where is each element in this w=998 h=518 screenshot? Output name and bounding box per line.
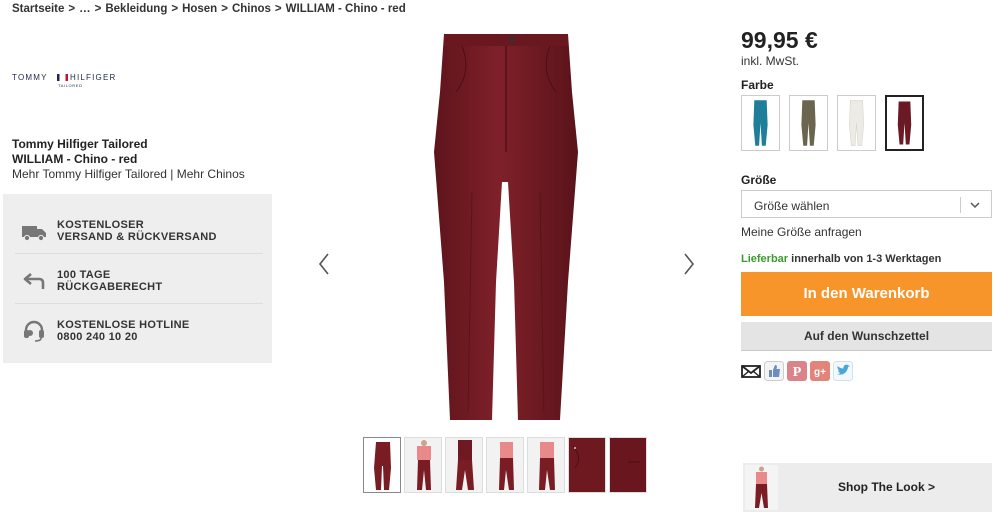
swatch-image xyxy=(849,99,864,147)
chevron-down-icon xyxy=(970,202,980,209)
shop-the-look-button[interactable]: Shop The Look > xyxy=(743,463,992,512)
thumbnail-image xyxy=(610,438,646,492)
return-arrow-icon xyxy=(23,273,45,289)
product-brand[interactable]: Tommy Hilfiger Tailored xyxy=(12,137,148,151)
pinterest-icon[interactable]: P xyxy=(787,361,807,381)
perk-return: 100 TAGE RÜCKGABERECHT xyxy=(3,256,272,306)
color-swatch-red[interactable] xyxy=(885,95,924,151)
perks-panel: KOSTENLOSER VERSAND & RÜCKVERSAND 100 TA… xyxy=(3,194,272,363)
brand-logo-word-right: HILFIGER xyxy=(70,73,117,82)
thumbnail-model-back[interactable] xyxy=(486,437,524,493)
perk-line1: KOSTENLOSER xyxy=(57,219,145,231)
brand-flag-icon xyxy=(57,74,68,81)
shop-the-look-label: Shop The Look > xyxy=(837,480,935,494)
thumbnail-image xyxy=(487,438,523,492)
select-divider xyxy=(960,197,961,213)
thumbnail-detail-pocket[interactable] xyxy=(568,437,606,493)
breadcrumb-ellipsis[interactable]: … xyxy=(79,3,91,15)
thumbnail-image xyxy=(569,438,605,492)
thumbnail-model-front-2[interactable] xyxy=(527,437,565,493)
thumbnail-image xyxy=(446,438,482,492)
vat-note: inkl. MwSt. xyxy=(741,54,800,68)
headset-icon xyxy=(24,320,44,342)
availability-status: Lieferbar xyxy=(741,253,789,265)
thumbnail-model-front[interactable] xyxy=(404,437,442,493)
brand-logo[interactable]: TOMMY HILFIGER TAILORED xyxy=(12,73,117,89)
svg-text:P: P xyxy=(793,365,802,380)
next-image-arrow-icon[interactable] xyxy=(681,252,697,276)
breadcrumb-separator: > xyxy=(274,3,282,15)
breadcrumb-separator: > xyxy=(68,3,76,15)
size-select[interactable]: Größe wählen xyxy=(741,190,992,218)
thumbnail-front[interactable] xyxy=(363,437,401,493)
size-select-value: Größe wählen xyxy=(754,199,830,213)
delivery-time: innerhalb von 1-3 Werktagen xyxy=(791,253,942,265)
perk-line2: RÜCKGABERECHT xyxy=(57,281,163,293)
breadcrumb-home[interactable]: Startseite xyxy=(12,3,64,15)
breadcrumb-separator: > xyxy=(171,3,179,15)
breadcrumb-separator: > xyxy=(94,3,102,15)
color-swatch-petrol[interactable] xyxy=(741,95,780,151)
size-request-link[interactable]: Meine Größe anfragen xyxy=(741,225,862,239)
breadcrumb-current: WILLIAM - Chino - red xyxy=(285,3,406,15)
perk-line1: 100 TAGE xyxy=(57,269,111,281)
breadcrumb-separator: > xyxy=(221,3,228,15)
like-icon[interactable] xyxy=(764,361,784,381)
thumbnail-image xyxy=(364,438,400,492)
brand-logo-sub: TAILORED xyxy=(58,83,83,88)
previous-image-arrow-icon[interactable] xyxy=(316,252,332,276)
thumbnail-detail-fabric[interactable] xyxy=(609,437,647,493)
svg-text:g+: g+ xyxy=(814,367,826,378)
swatch-image xyxy=(753,100,768,146)
add-to-cart-button[interactable]: In den Warenkorb xyxy=(741,272,992,316)
perk-hotline: KOSTENLOSE HOTLINE 0800 240 10 20 xyxy=(3,306,272,356)
perk-line2: 0800 240 10 20 xyxy=(57,331,138,343)
product-more-links[interactable]: Mehr Tommy Hilfiger Tailored | Mehr Chin… xyxy=(12,167,245,181)
thumbnail-strip xyxy=(363,437,647,493)
shop-the-look-image xyxy=(745,465,778,510)
color-swatch-white[interactable] xyxy=(837,95,876,151)
perk-divider xyxy=(15,303,263,304)
thumbnail-model-side[interactable] xyxy=(445,437,483,493)
perk-text: KOSTENLOSE HOTLINE 0800 240 10 20 xyxy=(57,319,190,343)
product-main-image[interactable] xyxy=(432,32,580,424)
perk-line2: VERSAND & RÜCKVERSAND xyxy=(57,231,217,243)
color-swatches xyxy=(741,95,924,151)
perk-text: 100 TAGE RÜCKGABERECHT xyxy=(57,269,162,293)
perk-free-shipping: KOSTENLOSER VERSAND & RÜCKVERSAND xyxy=(3,206,272,256)
thumbnail-image xyxy=(528,438,564,492)
swatch-image xyxy=(897,101,912,145)
breadcrumb-hosen[interactable]: Hosen xyxy=(182,3,217,15)
google-plus-icon[interactable]: g+ xyxy=(810,361,830,381)
price: 99,95 € xyxy=(741,27,818,53)
breadcrumb-bekleidung[interactable]: Bekleidung xyxy=(105,3,167,15)
size-label: Größe xyxy=(741,173,777,187)
brand-logo-word-left: TOMMY xyxy=(12,73,48,82)
breadcrumb: Startseite > … > Bekleidung > Hosen > Ch… xyxy=(12,3,406,15)
shop-the-look-thumbnail xyxy=(745,465,778,510)
delivery-info: Lieferbar innerhalb von 1-3 Werktagen xyxy=(741,253,941,265)
mail-icon[interactable] xyxy=(741,361,761,381)
truck-icon xyxy=(22,226,46,242)
color-label: Farbe xyxy=(741,78,774,92)
breadcrumb-chinos[interactable]: Chinos xyxy=(232,3,271,15)
twitter-icon[interactable] xyxy=(833,361,853,381)
add-to-wishlist-button[interactable]: Auf den Wunschzettel xyxy=(741,322,992,351)
perk-line1: KOSTENLOSE HOTLINE xyxy=(57,319,190,331)
product-name: WILLIAM - Chino - red xyxy=(12,152,138,166)
perk-text: KOSTENLOSER VERSAND & RÜCKVERSAND xyxy=(57,219,217,243)
color-swatch-olive[interactable] xyxy=(789,95,828,151)
perk-divider xyxy=(15,253,263,254)
swatch-image xyxy=(801,100,816,146)
thumbnail-image xyxy=(405,438,441,492)
share-bar: P g+ xyxy=(741,361,853,381)
